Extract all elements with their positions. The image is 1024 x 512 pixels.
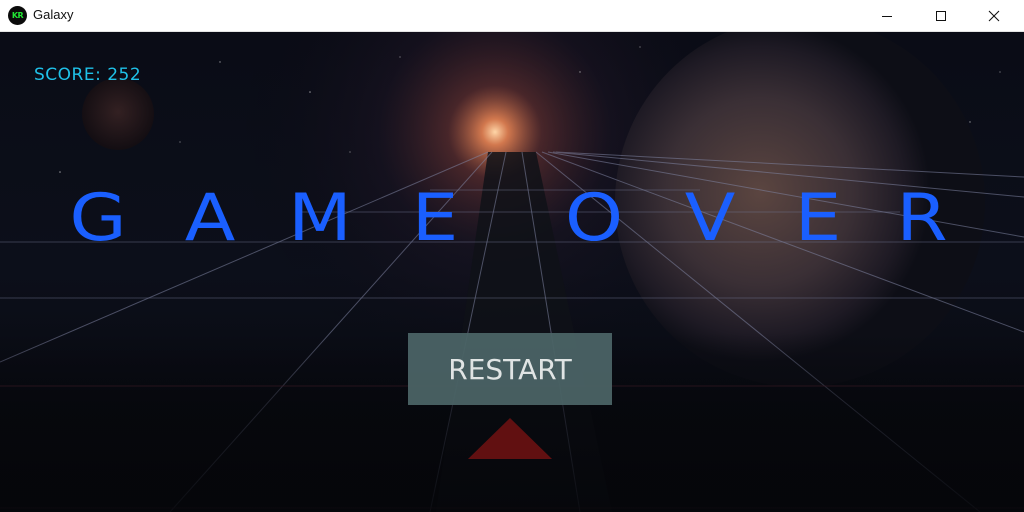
minimize-icon <box>882 15 892 17</box>
window-title: Galaxy <box>33 7 74 22</box>
game-over-letter: G <box>69 180 127 256</box>
close-icon <box>988 10 1000 21</box>
game-over-letter: E <box>794 180 842 256</box>
game-over-letter: O <box>564 180 624 256</box>
close-button[interactable] <box>971 0 1017 31</box>
restart-button[interactable]: RESTART <box>408 333 612 405</box>
game-over-letter: E <box>411 180 459 256</box>
maximize-icon <box>936 10 946 21</box>
game-over-letter: V <box>684 180 736 256</box>
title-bar[interactable]: KR Galaxy <box>0 0 1024 32</box>
game-over-title: G A M E O V E R <box>0 178 1024 258</box>
app-logo-text: KR <box>11 11 24 20</box>
maximize-button[interactable] <box>918 0 964 31</box>
game-over-letter: M <box>288 180 352 256</box>
game-canvas[interactable]: SCORE: 252 G A M E O V E R RESTART <box>0 32 1024 512</box>
score-label: SCORE: 252 <box>34 65 142 85</box>
restart-button-label: RESTART <box>448 352 572 386</box>
game-over-letter: A <box>184 180 236 256</box>
app-logo-icon: KR <box>8 6 27 25</box>
minimize-button[interactable] <box>864 0 910 31</box>
player-ship-icon <box>468 418 552 459</box>
app-window: KR Galaxy SCORE: 252 G A M E O V E R RES… <box>0 0 1024 512</box>
game-over-letter: R <box>896 180 948 256</box>
